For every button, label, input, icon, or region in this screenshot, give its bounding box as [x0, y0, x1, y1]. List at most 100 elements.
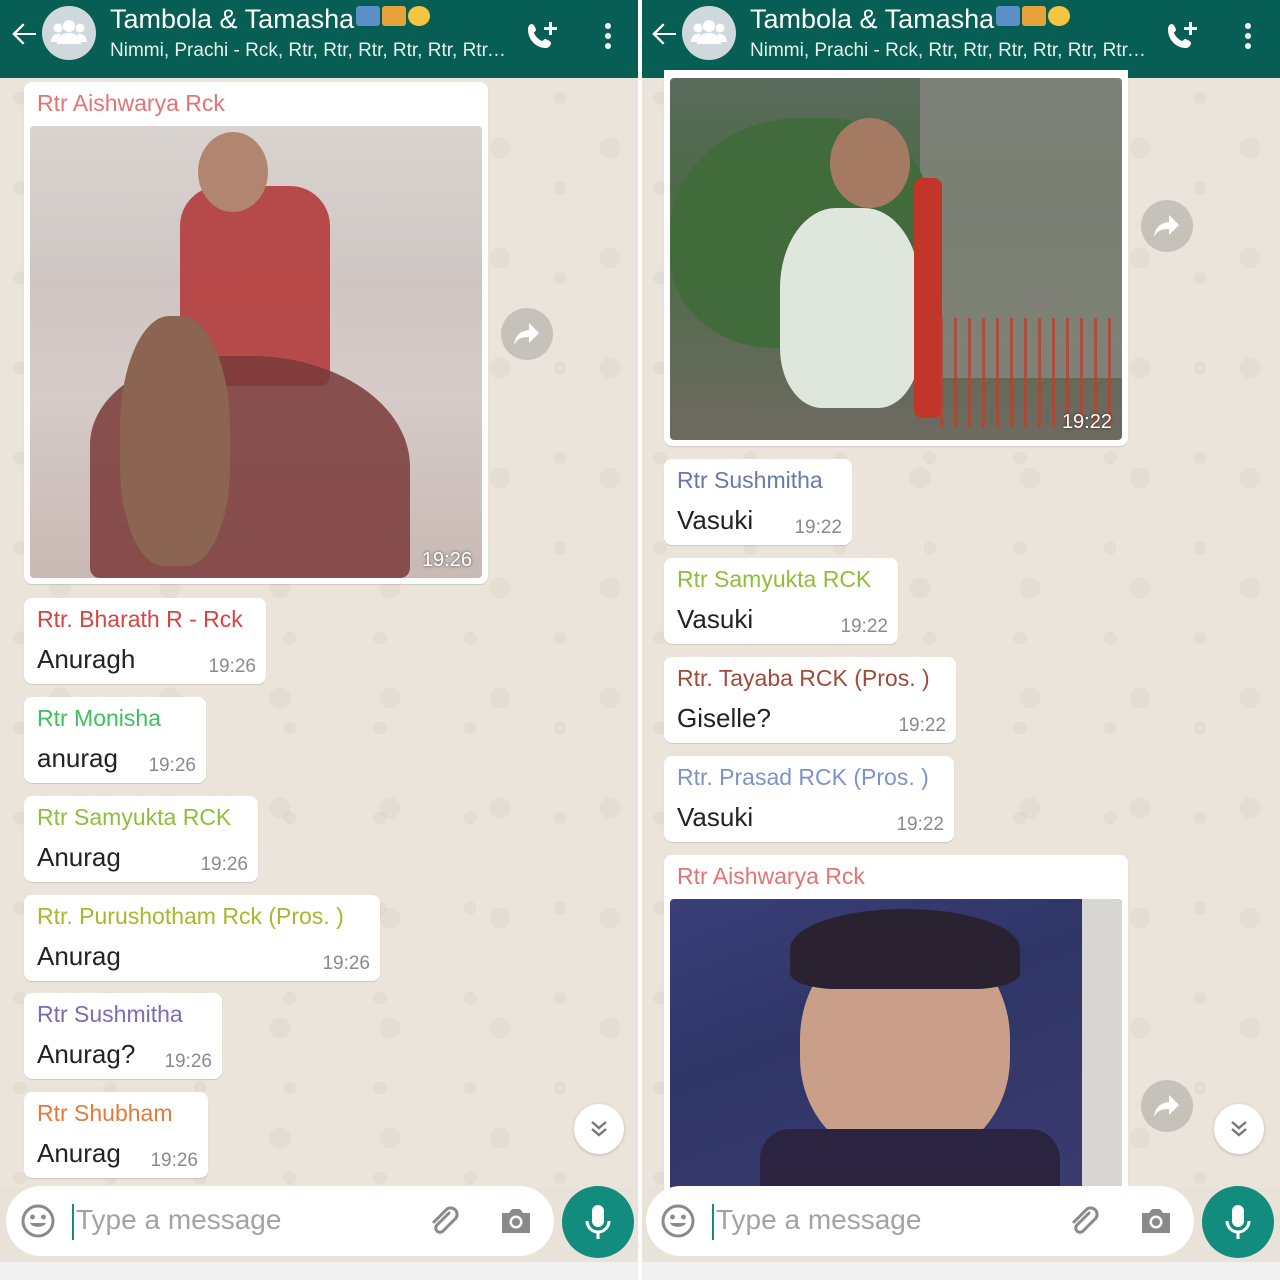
chat-title[interactable]: Tambola & Tamasha [110, 4, 431, 35]
message-sender: Rtr Aishwarya Rck [37, 90, 225, 116]
microphone-icon [1225, 1205, 1251, 1239]
message-time: 19:22 [794, 517, 842, 538]
message-text: Vasuki [677, 802, 754, 832]
message-text: Anurag [37, 1138, 121, 1168]
message-text: Vasuki [677, 505, 754, 535]
emoji-icon[interactable] [660, 1203, 696, 1239]
ticket-emoji-icon [356, 6, 381, 26]
message-time: 19:22 [840, 616, 888, 637]
forward-arrow-icon [1154, 1095, 1179, 1117]
cat-emoji-icon [408, 6, 431, 26]
message-time: 19:26 [322, 953, 370, 974]
message-time: 19:26 [164, 1051, 212, 1072]
voice-message-button[interactable] [1202, 1186, 1274, 1258]
attach-icon[interactable] [426, 1204, 462, 1240]
message-sender: Rtr. Tayaba RCK (Pros. ) [677, 665, 930, 691]
text-cursor [72, 1204, 74, 1240]
message-time: 19:26 [148, 755, 196, 776]
chat-participants[interactable]: Nimmi, Prachi - Rck, Rtr, Rtr, Rtr, Rtr,… [110, 40, 510, 62]
photo-baby-hair [790, 909, 1020, 989]
message-time: 19:22 [898, 715, 946, 736]
more-options-icon[interactable] [598, 18, 618, 54]
camera-icon[interactable] [1138, 1204, 1174, 1238]
scroll-down-button[interactable] [1214, 1104, 1264, 1154]
message-sender: Rtr Samyukta RCK [677, 566, 872, 592]
photo-child [780, 208, 920, 408]
chat-title-text: Tambola & Tamasha [110, 4, 355, 34]
message-sender: Rtr Monisha [37, 705, 161, 731]
message-sender: Rtr Shubham [37, 1100, 173, 1126]
system-nav-strip [640, 1262, 1280, 1280]
boy-on-horse-photo[interactable]: 19:26 [30, 126, 482, 578]
message-input[interactable] [76, 1204, 406, 1236]
image-message[interactable]: Rtr Aishwarya Rck 19:26 [24, 82, 488, 584]
photo-red-post [914, 178, 942, 418]
group-icon [51, 20, 87, 44]
message-text: Anurag [37, 842, 121, 872]
message-text: Anurag [37, 941, 121, 971]
photo-horse-head [120, 316, 230, 566]
baby-portrait-photo[interactable] [670, 899, 1122, 1195]
forward-button[interactable] [501, 308, 553, 360]
camera-icon[interactable] [498, 1204, 534, 1238]
group-avatar[interactable] [682, 6, 736, 60]
message-sender: Rtr Samyukta RCK [37, 804, 232, 830]
cat-emoji-icon [1048, 6, 1071, 26]
message-time: 19:26 [208, 656, 256, 677]
add-call-icon[interactable] [522, 16, 562, 56]
chat-title[interactable]: Tambola & Tamasha [750, 4, 1071, 35]
message-sender: Rtr. Purushotham Rck (Pros. ) [37, 903, 344, 929]
double-chevron-down-icon [1231, 1121, 1247, 1137]
chat-header: Tambola & Tamasha Nimmi, Prachi - Rck, R… [640, 0, 1280, 78]
text-message[interactable]: Rtr Sushmitha Vasuki 19:22 [664, 459, 852, 545]
message-sender: Rtr Sushmitha [37, 1001, 183, 1027]
message-sender: Rtr Sushmitha [677, 467, 823, 493]
forward-arrow-icon [1154, 215, 1179, 237]
system-nav-strip [0, 1262, 640, 1280]
text-message[interactable]: Rtr. Prasad RCK (Pros. ) Vasuki 19:22 [664, 756, 954, 842]
text-message[interactable]: Rtr Samyukta RCK Anurag 19:26 [24, 796, 258, 882]
message-text: Giselle? [677, 703, 771, 733]
chat-panel-right: Tambola & Tamasha Nimmi, Prachi - Rck, R… [640, 0, 1280, 1280]
message-input[interactable] [716, 1204, 1046, 1236]
message-input-bar [646, 1186, 1194, 1256]
panel-divider [638, 0, 642, 1280]
attach-icon[interactable] [1066, 1204, 1102, 1240]
message-sender: Rtr. Bharath R - Rck [37, 606, 243, 632]
microphone-icon [585, 1205, 611, 1239]
message-sender: Rtr Aishwarya Rck [677, 863, 865, 889]
chat-participants[interactable]: Nimmi, Prachi - Rck, Rtr, Rtr, Rtr, Rtr,… [750, 40, 1150, 62]
back-arrow-icon[interactable] [8, 18, 40, 50]
text-message[interactable]: Rtr. Purushotham Rck (Pros. ) Anurag 19:… [24, 895, 380, 981]
emoji-icon[interactable] [20, 1203, 56, 1239]
more-options-icon[interactable] [1238, 18, 1258, 54]
message-text: Anuragh [37, 644, 136, 674]
chat-header: Tambola & Tamasha Nimmi, Prachi - Rck, R… [0, 0, 640, 78]
scroll-down-button[interactable] [574, 1104, 624, 1154]
group-icon [691, 20, 727, 44]
text-message[interactable]: Rtr Samyukta RCK Vasuki 19:22 [664, 558, 898, 644]
forward-button[interactable] [1141, 200, 1193, 252]
message-time: 19:22 [896, 814, 944, 835]
text-message[interactable]: Rtr. Tayaba RCK (Pros. ) Giselle? 19:22 [664, 657, 956, 743]
text-message[interactable]: Rtr Shubham Anurag 19:26 [24, 1092, 208, 1178]
toddler-in-garden-photo[interactable]: 19:22 [670, 78, 1122, 440]
text-message[interactable]: Rtr. Bharath R - Rck Anuragh 19:26 [24, 598, 266, 684]
ticket-emoji-icon [996, 6, 1021, 26]
image-message[interactable]: Rtr Aishwarya Rck [664, 855, 1128, 1195]
photo-child-head [830, 118, 910, 208]
text-message[interactable]: Rtr Sushmitha Anurag? 19:26 [24, 993, 222, 1079]
coupon-emoji-icon [1022, 6, 1047, 26]
message-sender: Rtr. Prasad RCK (Pros. ) [677, 764, 929, 790]
voice-message-button[interactable] [562, 1186, 634, 1258]
photo-frame-edge [1082, 899, 1122, 1195]
message-input-bar [6, 1186, 554, 1256]
forward-button[interactable] [1141, 1080, 1193, 1132]
photo-figure-head [198, 132, 268, 212]
message-time: 19:26 [421, 549, 472, 571]
back-arrow-icon[interactable] [648, 18, 680, 50]
group-avatar[interactable] [42, 6, 96, 60]
image-message[interactable]: 19:22 [664, 70, 1128, 446]
add-call-icon[interactable] [1162, 16, 1202, 56]
text-message[interactable]: Rtr Monisha anurag 19:26 [24, 697, 206, 783]
